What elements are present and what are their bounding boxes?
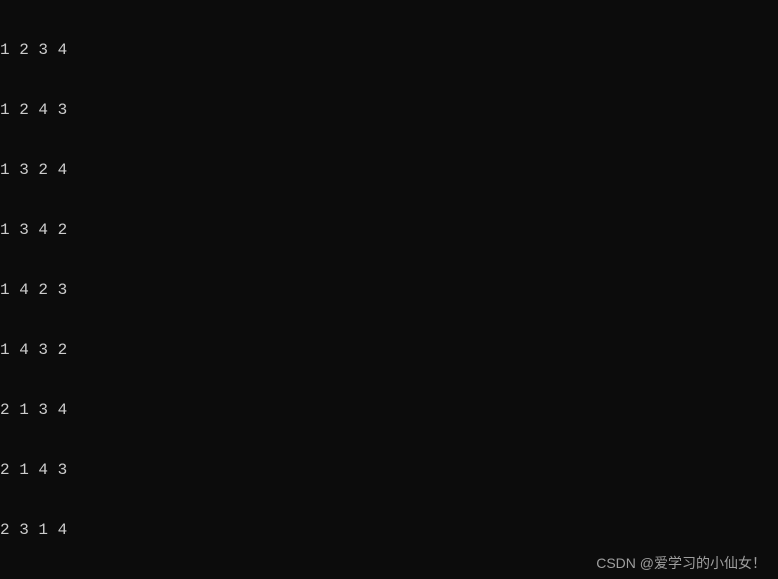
- watermark-text: CSDN @爱学习的小仙女！: [596, 553, 766, 573]
- output-line: 1 3 2 4: [0, 160, 778, 180]
- output-line: 1 2 4 3: [0, 100, 778, 120]
- output-line: 2 3 1 4: [0, 520, 778, 540]
- output-line: 2 1 3 4: [0, 400, 778, 420]
- output-line: 2 1 4 3: [0, 460, 778, 480]
- output-line: 1 2 3 4: [0, 40, 778, 60]
- console-output: 1 2 3 4 1 2 4 3 1 3 2 4 1 3 4 2 1 4 2 3 …: [0, 0, 778, 579]
- output-line: 1 4 2 3: [0, 280, 778, 300]
- output-line: 1 3 4 2: [0, 220, 778, 240]
- output-line: 1 4 3 2: [0, 340, 778, 360]
